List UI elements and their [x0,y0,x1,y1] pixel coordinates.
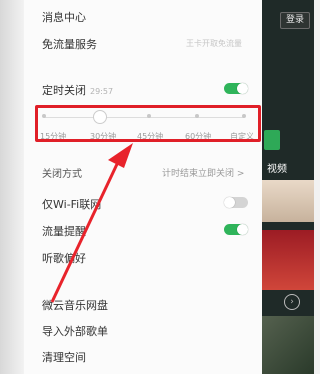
arrow-shaft [50,161,120,303]
annotation-arrow [50,143,133,303]
arrow-head [108,143,133,168]
